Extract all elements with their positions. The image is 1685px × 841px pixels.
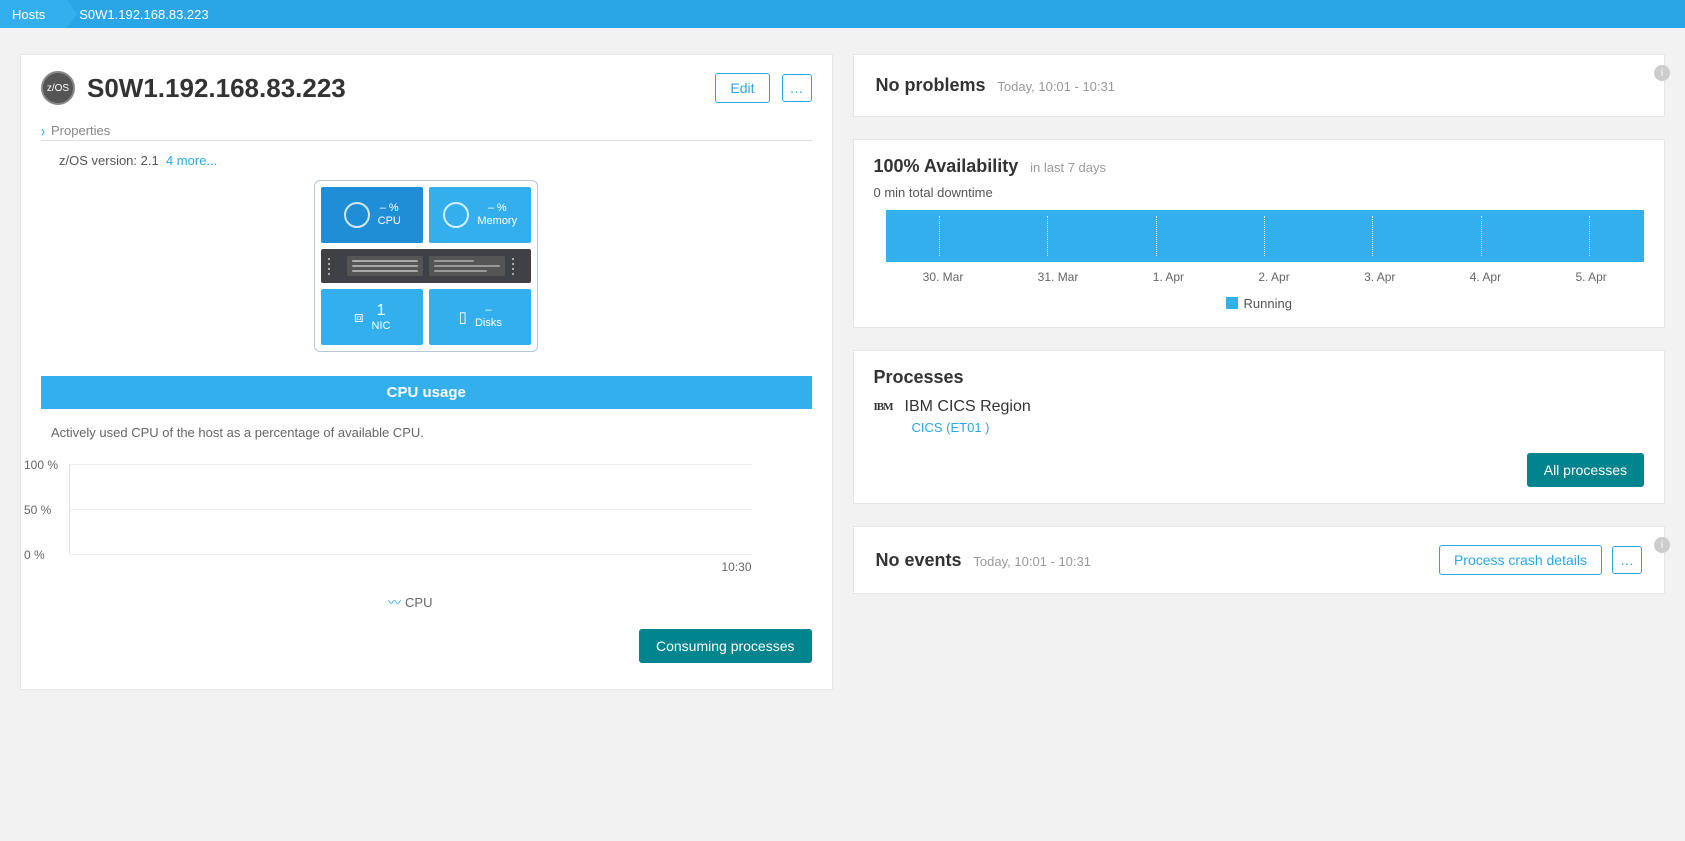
breadcrumb: Hosts S0W1.192.168.83.223 [0,0,1685,28]
host-card: z/OS S0W1.192.168.83.223 Edit … › Proper… [20,54,833,690]
breadcrumb-current[interactable]: S0W1.192.168.83.223 [67,0,230,28]
problems-card: No problems Today, 10:01 - 10:31 i [853,54,1666,117]
availability-legend: Running [874,296,1645,311]
properties-label: Properties [51,123,110,138]
events-more-button[interactable]: … [1612,546,1642,574]
tile-nic[interactable]: ⧈ 1 NIC [321,289,423,345]
events-period: Today, 10:01 - 10:31 [973,554,1091,569]
process-link[interactable]: CICS (ET01 ) [912,420,1645,435]
disk-icon: ▯ [459,308,467,326]
availability-card: 100% Availability in last 7 days 0 min t… [853,139,1666,328]
properties-more-link[interactable]: 4 more... [166,153,217,168]
availability-chart[interactable] [886,210,1645,262]
process-crash-details-button[interactable]: Process crash details [1439,545,1602,575]
line-chart-icon: 〰 [388,595,401,610]
metric-tiles: – % CPU – % Memory [314,180,538,352]
legend-swatch [1226,297,1238,309]
cpu-chart-legend: 〰CPU [69,592,752,611]
breadcrumb-root[interactable]: Hosts [0,0,67,28]
property-row: z/OS version: 2.1 4 more... [59,153,812,168]
consuming-processes-button[interactable]: Consuming processes [639,629,812,663]
cpu-usage-desc: Actively used CPU of the host as a perce… [51,425,812,440]
problems-period: Today, 10:01 - 10:31 [997,79,1115,94]
ibm-icon: IBM [874,401,893,413]
more-actions-button[interactable]: … [782,74,812,102]
events-card: No events Today, 10:01 - 10:31 Process c… [853,526,1666,594]
events-title: No events [876,550,962,571]
problems-title: No problems [876,75,986,96]
zos-icon: z/OS [41,71,75,105]
availability-x-axis: 30. Mar 31. Mar 1. Apr 2. Apr 3. Apr 4. … [886,270,1645,284]
server-rack-icon [321,249,531,283]
tile-disks[interactable]: ▯ – Disks [429,289,531,345]
gauge-icon [344,202,370,228]
network-icon: ⧈ [354,309,364,326]
processes-title: Processes [874,367,964,388]
all-processes-button[interactable]: All processes [1527,453,1644,487]
tile-memory[interactable]: – % Memory [429,187,531,243]
availability-downtime: 0 min total downtime [874,185,1645,200]
process-name: IBM CICS Region [905,398,1031,416]
info-icon[interactable]: i [1654,537,1670,553]
properties-toggle[interactable]: › Properties [41,123,812,141]
cpu-usage-header: CPU usage [41,376,812,409]
tile-cpu[interactable]: – % CPU [321,187,423,243]
availability-period: in last 7 days [1030,160,1106,175]
availability-title: 100% Availability [874,156,1019,177]
gauge-icon [443,202,469,228]
chevron-right-icon: › [41,121,45,141]
info-icon[interactable]: i [1654,65,1670,81]
edit-button[interactable]: Edit [715,73,769,103]
cpu-usage-chart[interactable]: 100 % 50 % 0 % 10:30 〰CPU [69,464,752,611]
page-title: S0W1.192.168.83.223 [87,73,703,104]
processes-card: Processes IBM IBM CICS Region CICS (ET01… [853,350,1666,504]
